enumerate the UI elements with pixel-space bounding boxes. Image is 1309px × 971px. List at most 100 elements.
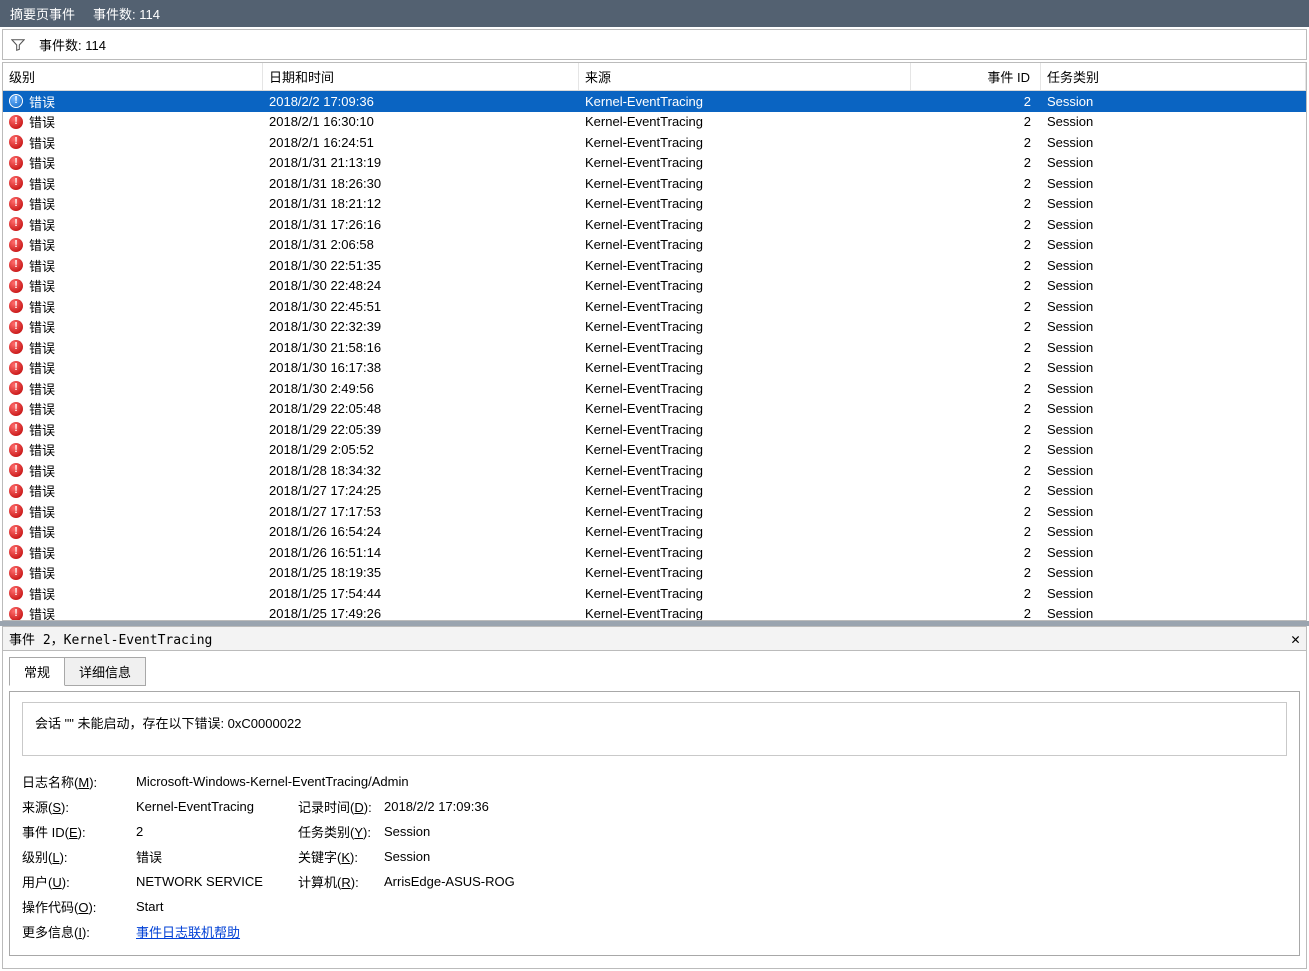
value-opcode: Start xyxy=(136,899,1287,914)
col-level[interactable]: 级别 xyxy=(3,63,263,90)
cell-date: 2018/2/1 16:30:10 xyxy=(263,114,579,129)
cell-event-id: 2 xyxy=(911,504,1041,519)
cell-level: 错误 xyxy=(29,379,55,398)
cell-event-id: 2 xyxy=(911,217,1041,232)
cell-source: Kernel-EventTracing xyxy=(579,504,911,519)
cell-level: 错误 xyxy=(29,358,55,377)
table-row[interactable]: ! 错误 2018/1/31 18:21:12Kernel-EventTracing… xyxy=(3,194,1306,215)
tab-details[interactable]: 详细信息 xyxy=(64,657,146,686)
cell-level: 错误 xyxy=(29,256,55,275)
table-row[interactable]: !错误2018/1/31 17:26:16Kernel-EventTracing… xyxy=(3,214,1306,235)
cell-level: 错误 xyxy=(29,584,55,603)
cell-date: 2018/1/28 18:34:32 xyxy=(263,463,579,478)
cell-source: Kernel-EventTracing xyxy=(579,319,911,334)
label-source: 来源(S): xyxy=(22,797,132,816)
link-online-help[interactable]: 事件日志联机帮助 xyxy=(136,925,240,940)
cell-date: 2018/2/1 16:24:51 xyxy=(263,135,579,150)
label-eventid: 事件 ID(E): xyxy=(22,822,132,841)
error-icon: ! xyxy=(9,197,23,211)
event-list-body[interactable]: !错误2018/2/2 17:09:36Kernel-EventTracing2… xyxy=(3,91,1306,620)
error-icon: ! xyxy=(9,422,23,436)
cell-level: 错误 xyxy=(29,276,55,295)
table-row[interactable]: !错误2018/1/30 22:51:35Kernel-EventTracing… xyxy=(3,255,1306,276)
cell-event-id: 2 xyxy=(911,565,1041,580)
error-icon: ! xyxy=(9,443,23,457)
cell-date: 2018/1/31 18:26:30 xyxy=(263,176,579,191)
cell-level: 错误 xyxy=(29,420,55,439)
col-task[interactable]: 任务类别 xyxy=(1041,63,1306,90)
table-row[interactable]: !错误2018/1/31 18:26:30Kernel-EventTracing… xyxy=(3,173,1306,194)
cell-source: Kernel-EventTracing xyxy=(579,237,911,252)
error-icon: ! xyxy=(9,258,23,272)
cell-date: 2018/1/29 2:05:52 xyxy=(263,442,579,457)
cell-level: 错误 xyxy=(29,481,55,500)
cell-source: Kernel-EventTracing xyxy=(579,545,911,560)
cell-event-id: 2 xyxy=(911,545,1041,560)
table-row[interactable]: !错误2018/1/30 22:48:24Kernel-EventTracing… xyxy=(3,276,1306,297)
cell-level: 错误 xyxy=(29,461,55,480)
tab-general-body: 会话 "" 未能启动，存在以下错误: 0xC0000022 日志名称(M): M… xyxy=(9,691,1300,956)
cell-level: 错误 xyxy=(29,174,55,193)
error-icon: ! xyxy=(9,135,23,149)
value-eventid: 2 xyxy=(136,824,294,839)
filter-icon[interactable] xyxy=(11,38,25,52)
col-event-id[interactable]: 事件 ID xyxy=(911,63,1041,90)
table-row[interactable]: !错误2018/1/25 17:49:26Kernel-EventTracing… xyxy=(3,604,1306,621)
cell-date: 2018/1/25 18:19:35 xyxy=(263,565,579,580)
error-icon: ! xyxy=(9,381,23,395)
col-date[interactable]: 日期和时间 xyxy=(263,63,579,90)
table-row[interactable]: !错误2018/2/2 17:09:36Kernel-EventTracing2… xyxy=(3,91,1306,112)
cell-source: Kernel-EventTracing xyxy=(579,196,911,211)
cell-event-id: 2 xyxy=(911,463,1041,478)
cell-event-id: 2 xyxy=(911,360,1041,375)
label-logged: 记录时间(D): xyxy=(298,797,380,816)
table-row[interactable]: !错误2018/1/28 18:34:32Kernel-EventTracing… xyxy=(3,460,1306,481)
cell-task: Session xyxy=(1041,360,1306,375)
cell-event-id: 2 xyxy=(911,299,1041,314)
table-row[interactable]: !错误2018/1/26 16:54:24Kernel-EventTracing… xyxy=(3,522,1306,543)
filter-count: 事件数: 114 xyxy=(39,35,106,54)
table-row[interactable]: !错误2018/1/26 16:51:14Kernel-EventTracing… xyxy=(3,542,1306,563)
cell-task: Session xyxy=(1041,340,1306,355)
close-icon[interactable]: ✕ xyxy=(1291,630,1300,648)
error-icon: ! xyxy=(9,94,23,108)
table-row[interactable]: !错误2018/1/27 17:17:53Kernel-EventTracing… xyxy=(3,501,1306,522)
cell-task: Session xyxy=(1041,135,1306,150)
table-row[interactable]: !错误2018/1/30 22:32:39Kernel-EventTracing… xyxy=(3,317,1306,338)
cell-level: 错误 xyxy=(29,297,55,316)
table-row[interactable]: !错误2018/1/29 2:05:52Kernel-EventTracing2… xyxy=(3,440,1306,461)
cell-level: 错误 xyxy=(29,153,55,172)
table-row[interactable]: !错误2018/1/30 21:58:16Kernel-EventTracing… xyxy=(3,337,1306,358)
cell-date: 2018/2/2 17:09:36 xyxy=(263,94,579,109)
table-row[interactable]: !错误2018/2/1 16:24:51Kernel-EventTracing2… xyxy=(3,132,1306,153)
cell-date: 2018/1/31 18:21:12 xyxy=(263,196,579,211)
table-row[interactable]: !错误2018/1/30 16:17:38Kernel-EventTracing… xyxy=(3,358,1306,379)
table-row[interactable]: !错误2018/1/29 22:05:48Kernel-EventTracing… xyxy=(3,399,1306,420)
error-icon: ! xyxy=(9,320,23,334)
cell-event-id: 2 xyxy=(911,381,1041,396)
table-row[interactable]: !错误2018/2/1 16:30:10Kernel-EventTracing2… xyxy=(3,112,1306,133)
label-keywords: 关键字(K): xyxy=(298,847,380,866)
cell-task: Session xyxy=(1041,606,1306,620)
table-row[interactable]: !错误2018/1/27 17:24:25Kernel-EventTracing… xyxy=(3,481,1306,502)
cell-level: 错误 xyxy=(29,194,55,213)
col-source[interactable]: 来源 xyxy=(579,63,911,90)
table-row[interactable]: !错误2018/1/25 17:54:44Kernel-EventTracing… xyxy=(3,583,1306,604)
table-row[interactable]: !错误2018/1/31 21:13:19Kernel-EventTracing… xyxy=(3,153,1306,174)
error-icon: ! xyxy=(9,115,23,129)
table-row[interactable]: !错误2018/1/31 2:06:58Kernel-EventTracing2… xyxy=(3,235,1306,256)
cell-level: 错误 xyxy=(29,563,55,582)
table-row[interactable]: !错误2018/1/30 2:49:56Kernel-EventTracing2… xyxy=(3,378,1306,399)
cell-task: Session xyxy=(1041,545,1306,560)
table-row[interactable]: !错误2018/1/30 22:45:51Kernel-EventTracing… xyxy=(3,296,1306,317)
cell-date: 2018/1/31 21:13:19 xyxy=(263,155,579,170)
table-row[interactable]: ! 错误 2018/1/25 18:19:35Kernel-EventTracing… xyxy=(3,563,1306,584)
cell-task: Session xyxy=(1041,94,1306,109)
cell-task: Session xyxy=(1041,176,1306,191)
cell-task: Session xyxy=(1041,586,1306,601)
cell-source: Kernel-EventTracing xyxy=(579,565,911,580)
tab-general[interactable]: 常规 xyxy=(9,657,65,686)
table-row[interactable]: !错误2018/1/29 22:05:39Kernel-EventTracing… xyxy=(3,419,1306,440)
cell-source: Kernel-EventTracing xyxy=(579,381,911,396)
error-icon: ! xyxy=(9,566,23,580)
